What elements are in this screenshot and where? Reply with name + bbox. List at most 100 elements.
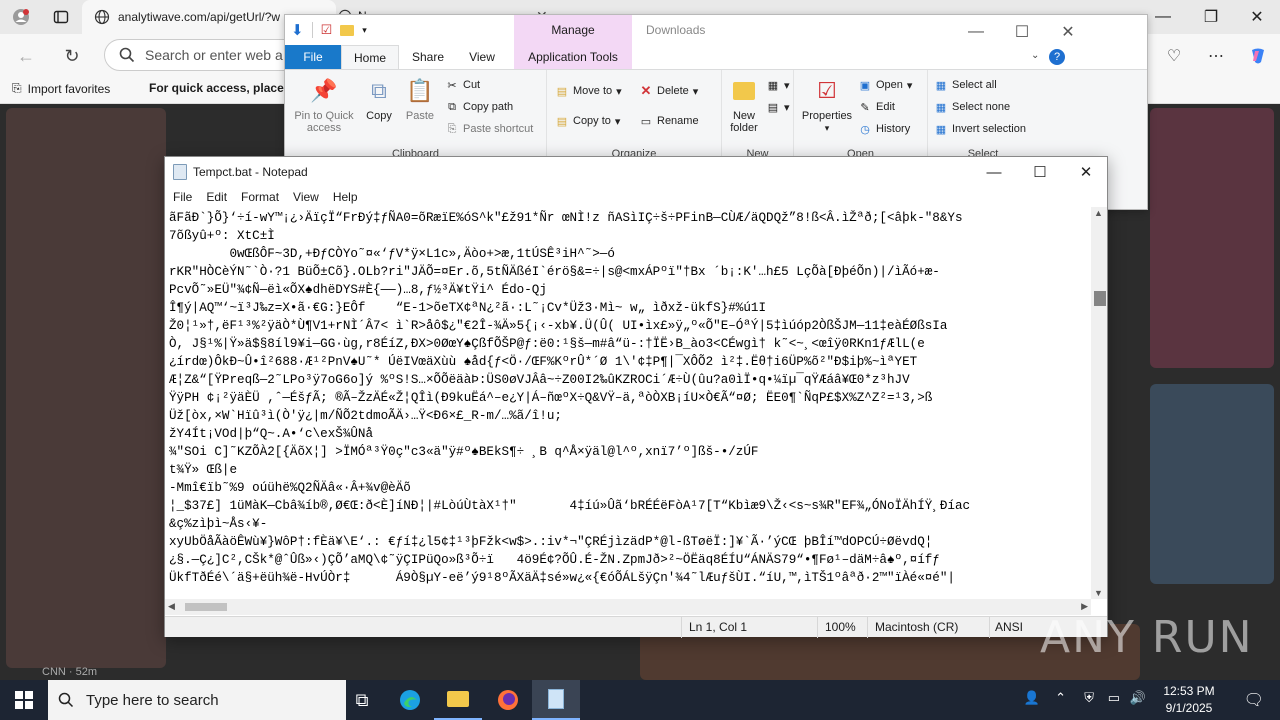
scroll-left-arrow-icon[interactable]: ◀	[168, 601, 175, 612]
news-source-label: CNN · 52m	[42, 666, 98, 678]
notepad-text-area[interactable]: ãFãÐ`}Õ}‘÷í-wY™¡¿›ÄïçÏ“FrÐý‡ƒÑA0=õRæï…	[165, 207, 1091, 599]
help-icon[interactable]: ?	[1049, 49, 1065, 65]
clock-time: 12:53 PM	[1163, 684, 1215, 698]
invert-selection-button[interactable]: ▦ Invert selection	[934, 122, 1026, 136]
close-button[interactable]: ✕	[1063, 157, 1109, 187]
taskbar-search-box[interactable]: Type here to search	[48, 680, 346, 720]
firefox-taskbar-icon[interactable]	[484, 680, 532, 720]
news-tile[interactable]	[1150, 108, 1274, 368]
tab-share[interactable]: Share	[403, 45, 453, 69]
maximize-button[interactable]: ☐	[1017, 157, 1063, 187]
file-explorer-taskbar-icon[interactable]	[434, 680, 482, 720]
news-tile[interactable]	[1150, 384, 1274, 584]
people-icon[interactable]: 👤	[1024, 690, 1040, 706]
chevron-down-icon[interactable]: ⌄	[1031, 50, 1039, 61]
paste-shortcut-button[interactable]: ⎘ Paste shortcut	[445, 122, 534, 136]
refresh-icon[interactable]: ↻	[58, 42, 86, 70]
vertical-scrollbar[interactable]: ▲ ▼	[1091, 207, 1107, 599]
chevron-down-icon[interactable]: ▾	[362, 25, 367, 36]
history-button[interactable]: ◷ History	[858, 122, 910, 136]
horizontal-scroll-thumb[interactable]	[185, 603, 227, 611]
text-line: rKR"HÒCèÝN˜`Ò·?1 BüÕ±Cõ}.OLb?ri"JÄÕ…	[169, 265, 940, 279]
copy-path-button[interactable]: ⧉ Copy path	[445, 100, 513, 114]
task-view-icon[interactable]: ⧉	[338, 680, 386, 720]
select-all-button[interactable]: ▦ Select all	[934, 78, 997, 92]
edit-button[interactable]: ✎ Edit	[858, 100, 895, 114]
chevron-down-icon: ▾	[784, 79, 790, 92]
tab-file[interactable]: File	[285, 45, 341, 69]
horizontal-scrollbar[interactable]: ◀ ▶	[165, 599, 1091, 615]
copy-button[interactable]: ⧉ Copy	[361, 76, 397, 123]
easy-access-icon: ▤	[767, 101, 779, 114]
news-tile[interactable]	[6, 108, 166, 668]
close-button[interactable]: ✕	[1045, 19, 1091, 45]
copy-path-icon: ⧉	[448, 100, 456, 113]
clock-date: 9/1/2025	[1165, 701, 1213, 715]
explorer-ribbon-tabs: File Home Share View Application Tools ?…	[285, 45, 1147, 69]
history-icon: ◷	[860, 123, 870, 136]
windows-taskbar: Type here to search ⧉ 👤 ⌃ ⛨ ▭ 🔊 12:53 PM…	[0, 680, 1280, 720]
paste-label: Paste	[405, 110, 435, 122]
address-bar[interactable]: Search or enter web a	[104, 39, 304, 71]
back-arrow-icon[interactable]: ←	[12, 42, 40, 70]
new-folder-button[interactable]: New folder	[724, 76, 764, 134]
more-menu-icon[interactable]: ⋯	[1202, 42, 1230, 70]
browser-essentials-icon[interactable]: ♡	[1160, 42, 1188, 70]
select-none-button[interactable]: ▦ Select none	[934, 100, 1010, 114]
download-arrow-icon[interactable]: ⬇	[291, 21, 304, 39]
menu-format[interactable]: Format	[234, 187, 286, 207]
taskbar-clock[interactable]: 12:53 PM 9/1/2025	[1154, 683, 1224, 717]
text-line: ÜkfTðÉé\´ä§+ëüh¾ë-HvÚÒr‡ Á9Ò§µY-eë’ý9…	[169, 571, 955, 585]
tab-home[interactable]: Home	[341, 45, 399, 69]
start-button[interactable]	[0, 680, 48, 720]
minimize-button[interactable]: —	[953, 19, 999, 45]
notepad-taskbar-icon[interactable]	[532, 680, 580, 720]
properties-check-icon[interactable]: ☑	[321, 22, 333, 38]
close-button[interactable]: ✕	[1234, 4, 1280, 30]
copy-path-label: Copy path	[463, 101, 514, 113]
pin-quick-access-button[interactable]: 📌 Pin to Quick access	[289, 76, 359, 135]
properties-button[interactable]: ☑ Properties ▾	[798, 76, 856, 134]
vertical-scroll-thumb[interactable]	[1094, 291, 1106, 306]
easy-access-button[interactable]: ▤ ▾	[766, 100, 790, 114]
new-folder-icon	[730, 76, 758, 106]
chevron-up-icon[interactable]: ⌃	[1055, 690, 1066, 706]
scroll-right-arrow-icon[interactable]: ▶	[1081, 601, 1088, 612]
open-button[interactable]: ▣ Open ▾	[858, 78, 913, 92]
scroll-up-arrow-icon[interactable]: ▲	[1094, 208, 1103, 218]
rename-button[interactable]: ▭ Rename	[639, 114, 699, 128]
zoom-level: 100%	[825, 620, 856, 634]
copy-to-button[interactable]: ▤ Copy to ▾	[555, 114, 621, 128]
menu-help[interactable]: Help	[326, 187, 365, 207]
clipboard-group: 📌 Pin to Quick access ⧉ Copy 📋 Paste ✂ Cu…	[285, 70, 547, 160]
chevron-down-icon: ▾	[824, 123, 830, 133]
scroll-down-arrow-icon[interactable]: ▼	[1094, 588, 1103, 598]
restore-button[interactable]: ❐	[1188, 4, 1234, 30]
paste-button[interactable]: 📋 Paste	[401, 76, 439, 123]
delete-button[interactable]: ✕ Delete ▾	[639, 83, 699, 98]
volume-icon[interactable]: 🔊	[1130, 690, 1146, 706]
import-favorites-button[interactable]: ⎘ Import favorites	[12, 81, 110, 96]
minimize-button[interactable]: —	[971, 157, 1017, 187]
profile-avatar-icon[interactable]	[10, 6, 32, 28]
move-to-button[interactable]: ▤ Move to ▾	[555, 84, 622, 98]
network-icon[interactable]: ▭	[1108, 690, 1120, 706]
folder-icon[interactable]	[340, 24, 355, 36]
new-folder-label: New folder	[730, 110, 758, 134]
cut-button[interactable]: ✂ Cut	[445, 78, 480, 92]
tab-application-tools[interactable]: Application Tools	[514, 45, 632, 69]
tab-view[interactable]: View	[457, 45, 507, 69]
edge-taskbar-icon[interactable]	[386, 680, 434, 720]
menu-edit[interactable]: Edit	[199, 187, 234, 207]
manage-contextual-tab[interactable]: Manage	[514, 15, 632, 45]
tab-actions-icon[interactable]	[50, 6, 72, 28]
security-icon[interactable]: ⛨	[1084, 690, 1094, 706]
maximize-button[interactable]: ☐	[999, 19, 1045, 45]
copy-label: Copy	[366, 110, 392, 122]
copilot-icon[interactable]	[1244, 42, 1272, 70]
menu-view[interactable]: View	[286, 187, 326, 207]
notifications-icon[interactable]: 🗨	[1244, 690, 1264, 710]
new-item-button[interactable]: ▦ ▾	[766, 78, 790, 92]
menu-file[interactable]: File	[166, 187, 199, 207]
properties-check-icon: ☑	[817, 78, 837, 103]
